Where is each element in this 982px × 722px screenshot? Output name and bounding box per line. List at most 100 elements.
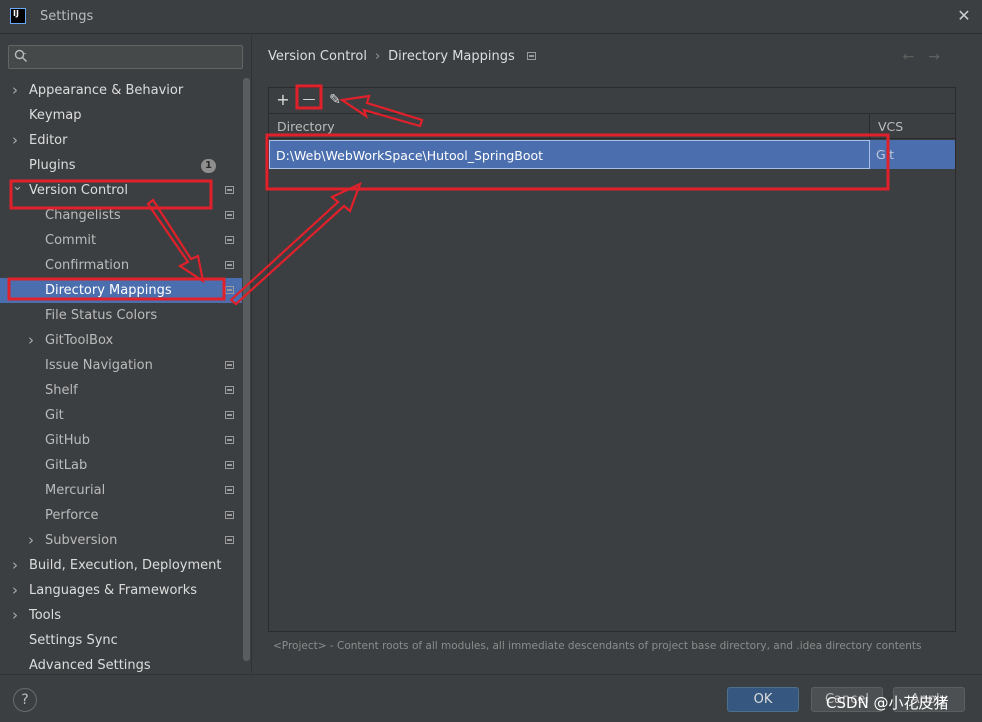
dialog-footer: ? OK Cancel Apply CSDN @小花皮猪 (0, 674, 982, 722)
back-arrow-icon[interactable]: ← (903, 49, 929, 65)
title-bar: Settings ✕ (0, 0, 982, 34)
sidebar-item-label: Editor (29, 133, 68, 148)
sidebar-item-github[interactable]: GitHub (0, 428, 242, 453)
sidebar-scrollbar[interactable] (243, 78, 250, 661)
sidebar-item-gittoolbox[interactable]: › GitToolBox (0, 328, 242, 353)
sidebar-item-label: Tools (29, 608, 62, 623)
sidebar-item-label: Confirmation (45, 258, 130, 273)
column-header-vcs[interactable]: VCS (870, 114, 955, 139)
project-scope-icon (225, 536, 234, 544)
chevron-right-icon[interactable]: › (12, 78, 24, 103)
chevron-right-icon[interactable]: › (12, 578, 24, 603)
sidebar-item-appearance-and-behavior[interactable]: › Appearance & Behavior (0, 78, 242, 103)
sidebar-item-keymap[interactable]: Keymap (0, 103, 242, 128)
project-scope-icon (526, 52, 536, 60)
settings-content: Version Control › Directory Mappings ←→ + … (253, 35, 982, 673)
forward-arrow-icon[interactable]: → (928, 49, 954, 65)
sidebar-item-label: Subversion (45, 533, 118, 548)
chevron-right-icon[interactable]: › (28, 328, 40, 353)
project-scope-icon (225, 511, 234, 519)
breadcrumb-parent[interactable]: Version Control (268, 49, 367, 64)
sidebar-item-label: Commit (45, 233, 97, 248)
sidebar-item-label: Version Control (29, 183, 128, 198)
close-button[interactable]: ✕ (954, 6, 974, 26)
help-button[interactable]: ? (13, 688, 37, 712)
sidebar-item-git[interactable]: Git (0, 403, 242, 428)
search-input[interactable] (35, 48, 235, 66)
sidebar-item-label: Languages & Frameworks (29, 583, 198, 598)
sidebar-item-perforce[interactable]: Perforce (0, 503, 242, 528)
chevron-right-icon[interactable]: › (28, 528, 40, 553)
sidebar-item-version-control[interactable]: ⌄ Version Control (0, 178, 242, 203)
sidebar-item-label: Keymap (29, 108, 82, 123)
sidebar-item-subversion[interactable]: › Subversion (0, 528, 242, 553)
watermark-text: CSDN @小花皮猪 (826, 694, 949, 712)
sidebar-item-label: Plugins (29, 158, 76, 173)
sidebar-item-label: Perforce (45, 508, 99, 523)
sidebar-item-label: Directory Mappings (45, 283, 172, 298)
sidebar-item-editor[interactable]: › Editor (0, 128, 242, 153)
sidebar-item-directory-mappings[interactable]: Directory Mappings (0, 278, 242, 303)
sidebar-item-mercurial[interactable]: Mercurial (0, 478, 242, 503)
sidebar-item-gitlab[interactable]: GitLab (0, 453, 242, 478)
project-scope-icon (225, 236, 234, 244)
sidebar-item-label: File Status Colors (45, 308, 158, 323)
chevron-right-icon[interactable]: › (12, 553, 24, 578)
sidebar-item-label: Changelists (45, 208, 121, 223)
search-icon (14, 49, 27, 62)
chevron-down-icon[interactable]: ⌄ (12, 174, 24, 199)
vcs-cell[interactable]: Git (870, 140, 955, 169)
sidebar-item-label: Build, Execution, Deployment (29, 558, 222, 573)
mappings-table: Directory VCS D:\Web\WebWorkSpace\Hutool… (269, 113, 955, 631)
sidebar-item-build-execution-deployment[interactable]: › Build, Execution, Deployment (0, 553, 242, 578)
project-scope-icon (225, 361, 234, 369)
project-scope-icon (225, 411, 234, 419)
sidebar-item-label: Git (45, 408, 64, 423)
intellij-logo-icon (10, 8, 26, 24)
project-scope-icon (225, 486, 234, 494)
sidebar-item-issue-navigation[interactable]: Issue Navigation (0, 353, 242, 378)
breadcrumb-current: Directory Mappings (388, 49, 515, 64)
directory-cell[interactable]: D:\Web\WebWorkSpace\Hutool_SpringBoot (269, 140, 870, 169)
add-mapping-button[interactable]: + (273, 90, 293, 110)
mappings-toolbar: + — ✎ (269, 88, 955, 113)
sidebar-item-languages-and-frameworks[interactable]: › Languages & Frameworks (0, 578, 242, 603)
chevron-right-icon[interactable]: › (12, 128, 24, 153)
ok-button[interactable]: OK (727, 687, 799, 712)
sidebar-item-label: Settings Sync (29, 633, 118, 648)
project-scope-icon (225, 211, 234, 219)
sidebar-item-label: GitToolBox (45, 333, 114, 348)
sidebar-item-confirmation[interactable]: Confirmation (0, 253, 242, 278)
settings-search-box[interactable] (8, 45, 243, 69)
mappings-hint-text: <Project> - Content roots of all modules… (273, 640, 922, 652)
directory-mappings-panel: + — ✎ Directory VCS D:\Web\WebWorkSpace\… (268, 87, 956, 632)
breadcrumb: Version Control › Directory Mappings (268, 49, 536, 64)
project-scope-icon (225, 286, 234, 294)
sidebar-item-label: Issue Navigation (45, 358, 153, 373)
table-row[interactable]: D:\Web\WebWorkSpace\Hutool_SpringBoot Gi… (269, 140, 955, 169)
project-scope-icon (225, 261, 234, 269)
sidebar-item-file-status-colors[interactable]: File Status Colors (0, 303, 242, 328)
updates-badge: 1 (201, 159, 216, 173)
project-scope-icon (225, 186, 234, 194)
sidebar-item-tools[interactable]: › Tools (0, 603, 242, 628)
sidebar-item-changelists[interactable]: Changelists (0, 203, 242, 228)
sidebar-item-commit[interactable]: Commit (0, 228, 242, 253)
sidebar-item-label: Appearance & Behavior (29, 83, 184, 98)
sidebar-item-shelf[interactable]: Shelf (0, 378, 242, 403)
sidebar-item-label: GitHub (45, 433, 91, 448)
project-scope-icon (225, 386, 234, 394)
sidebar-item-plugins[interactable]: Plugins 1 (0, 153, 242, 178)
history-nav: ←→ (903, 49, 954, 65)
project-scope-icon (225, 436, 234, 444)
sidebar-item-settings-sync[interactable]: Settings Sync (0, 628, 242, 653)
chevron-right-icon[interactable]: › (12, 603, 24, 628)
sidebar-item-label: GitLab (45, 458, 88, 473)
edit-mapping-button[interactable]: ✎ (325, 90, 345, 110)
settings-sidebar: › Appearance & Behavior Keymap › Editor Plugi… (0, 35, 252, 673)
column-header-directory[interactable]: Directory (269, 114, 870, 139)
sidebar-item-label: Mercurial (45, 483, 106, 498)
window-title: Settings (40, 9, 94, 24)
remove-mapping-button[interactable]: — (299, 90, 319, 110)
project-scope-icon (225, 461, 234, 469)
